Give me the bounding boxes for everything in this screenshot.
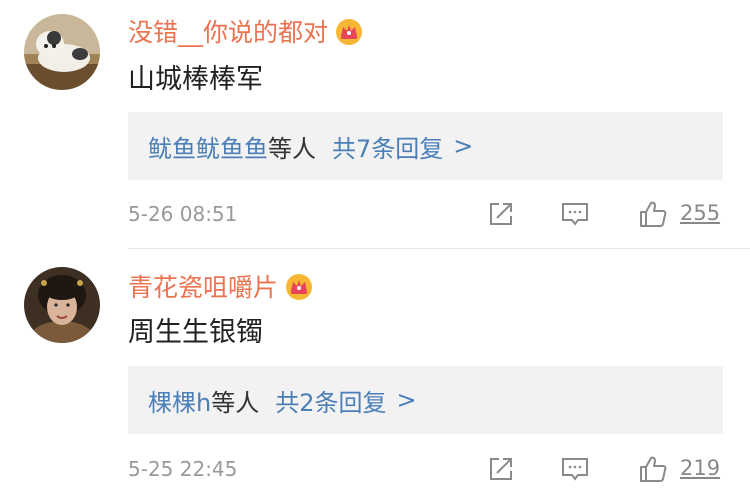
reply-summary[interactable]: 鱿鱼鱿鱼鱼 等人 共7条回复 >	[128, 112, 723, 180]
reply-suffix: 等人	[268, 134, 316, 163]
username-row: 没错__你说的都对	[128, 12, 364, 52]
crown-badge-icon	[334, 17, 364, 47]
avatar[interactable]	[24, 14, 100, 90]
like-count[interactable]: 255	[680, 201, 720, 225]
like-icon[interactable]	[638, 454, 668, 484]
comment-footer: 5-26 08:51 255	[128, 196, 723, 232]
username-row: 青花瓷咀嚼片	[128, 267, 314, 307]
comment-icon[interactable]	[560, 454, 590, 484]
comment-footer: 5-25 22:45 219	[128, 451, 723, 487]
comment-item: 青花瓷咀嚼片 周生生银镯 棵棵h 等人 共2条回复 > 5-25 22:45 2…	[0, 249, 750, 501]
timestamp: 5-26 08:51	[128, 202, 238, 226]
reply-suffix: 等人	[211, 388, 260, 417]
share-icon[interactable]	[486, 199, 516, 229]
comment-item: 没错__你说的都对 山城棒棒军 鱿鱼鱿鱼鱼 等人 共7条回复 > 5-26 08…	[0, 0, 750, 248]
avatar-image	[24, 14, 100, 90]
like-icon[interactable]	[638, 199, 668, 229]
reply-count-link[interactable]: 共7条回复	[332, 129, 443, 164]
reply-count-link[interactable]: 共2条回复	[275, 383, 386, 418]
username[interactable]: 没错__你说的都对	[128, 20, 328, 45]
comment-icon[interactable]	[560, 199, 590, 229]
chevron-right-icon[interactable]: >	[453, 132, 473, 160]
reply-names[interactable]: 棵棵h	[148, 383, 211, 418]
comment-text: 山城棒棒军	[128, 64, 263, 95]
username[interactable]: 青花瓷咀嚼片	[128, 275, 278, 300]
like-count[interactable]: 219	[680, 456, 720, 480]
timestamp: 5-25 22:45	[128, 457, 238, 481]
reply-names[interactable]: 鱿鱼鱿鱼鱼	[148, 129, 268, 164]
crown-badge-icon	[284, 272, 314, 302]
chevron-right-icon[interactable]: >	[397, 386, 417, 414]
avatar[interactable]	[24, 267, 100, 343]
reply-summary[interactable]: 棵棵h 等人 共2条回复 >	[128, 366, 723, 434]
avatar-image	[24, 267, 100, 343]
comment-text: 周生生银镯	[128, 317, 263, 348]
share-icon[interactable]	[486, 454, 516, 484]
